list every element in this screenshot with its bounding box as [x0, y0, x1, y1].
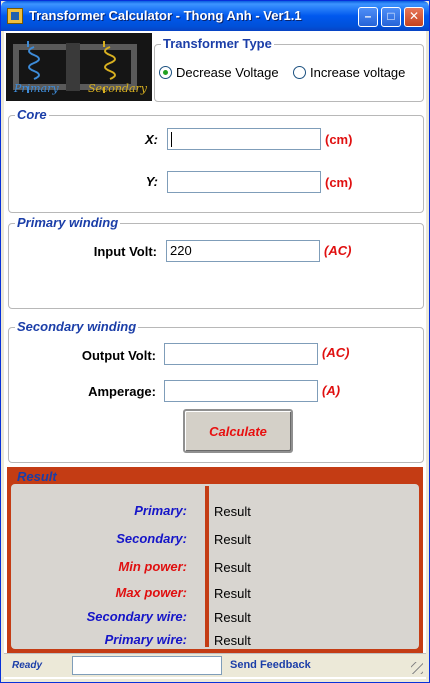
- core-legend: Core: [15, 107, 49, 122]
- banner-primary-label: Primary: [14, 82, 59, 95]
- amperage-unit: (A): [322, 383, 341, 398]
- status-ready-text: Ready: [12, 660, 43, 671]
- client-area: Primary Secondary Transformer Type Decre…: [4, 31, 426, 679]
- transformer-banner-image: Primary Secondary: [6, 33, 152, 101]
- radio-checked-icon[interactable]: [159, 66, 172, 79]
- result-table: Primary: Result Secondary: Result Min po…: [11, 484, 419, 649]
- result-label-primary: Primary:: [134, 503, 187, 518]
- output-volt-unit: (AC): [322, 345, 350, 360]
- window-title: Transformer Calculator - Thong Anh - Ver…: [29, 8, 302, 23]
- status-bar: Ready Send Feedback: [4, 653, 426, 677]
- input-volt-label: Input Volt:: [93, 244, 157, 259]
- output-volt-label: Output Volt:: [81, 348, 156, 363]
- output-volt-input[interactable]: [164, 343, 318, 365]
- banner-secondary-label: Secondary: [88, 82, 147, 95]
- core-x-unit: (cm): [325, 132, 353, 147]
- title-bar[interactable]: Transformer Calculator - Thong Anh - Ver…: [1, 1, 429, 31]
- radio-unchecked-icon[interactable]: [293, 66, 306, 79]
- result-label-min-power: Min power:: [118, 559, 187, 574]
- close-button[interactable]: ✕: [404, 7, 424, 27]
- core-x-label: X:: [145, 132, 158, 147]
- result-divider: [205, 486, 209, 647]
- result-value-primary: Result: [214, 504, 251, 519]
- transformer-type-legend: Transformer Type: [161, 36, 274, 51]
- result-value-secondary: Result: [214, 532, 251, 547]
- result-value-secondary-wire: Result: [214, 610, 251, 625]
- result-group: Result Primary: Result Secondary: Result…: [7, 467, 423, 653]
- primary-winding-group: Primary winding Input Volt: 220 (AC): [8, 215, 424, 309]
- amperage-input[interactable]: [164, 380, 318, 402]
- primary-winding-legend: Primary winding: [15, 215, 121, 230]
- result-value-min-power: Result: [214, 560, 251, 575]
- input-volt-unit: (AC): [324, 243, 352, 258]
- transformer-type-group: Transformer Type Decrease Voltage Increa…: [154, 36, 424, 102]
- result-value-primary-wire: Result: [214, 633, 251, 648]
- result-value-max-power: Result: [214, 586, 251, 601]
- radio-decrease-voltage[interactable]: Decrease Voltage: [159, 65, 279, 80]
- radio-increase-voltage-label[interactable]: Increase voltage: [310, 65, 405, 80]
- amperage-label: Amperage:: [88, 384, 156, 399]
- calculate-button[interactable]: Calculate: [183, 409, 293, 453]
- core-group: Core X: (cm) Y: (cm): [8, 107, 424, 213]
- result-legend: Result: [17, 469, 57, 484]
- result-label-secondary: Secondary:: [116, 531, 187, 546]
- input-volt-input[interactable]: 220: [166, 240, 320, 262]
- app-window: Transformer Calculator - Thong Anh - Ver…: [0, 0, 430, 683]
- send-feedback-link[interactable]: Send Feedback: [230, 659, 311, 671]
- status-progress-box: [72, 656, 222, 675]
- text-caret: [171, 132, 172, 148]
- result-label-secondary-wire: Secondary wire:: [86, 609, 187, 624]
- core-y-label: Y:: [145, 174, 158, 189]
- result-label-primary-wire: Primary wire:: [104, 632, 187, 647]
- core-y-input[interactable]: [167, 171, 321, 193]
- secondary-winding-legend: Secondary winding: [15, 319, 139, 334]
- result-label-max-power: Max power:: [115, 585, 187, 600]
- radio-decrease-voltage-label[interactable]: Decrease Voltage: [176, 65, 279, 80]
- resize-grip-icon[interactable]: [411, 662, 423, 674]
- minimize-button[interactable]: –: [358, 7, 378, 27]
- radio-increase-voltage[interactable]: Increase voltage: [293, 65, 405, 80]
- core-x-input[interactable]: [167, 128, 321, 150]
- maximize-button[interactable]: □: [381, 7, 401, 27]
- core-y-unit: (cm): [325, 175, 353, 190]
- app-icon[interactable]: [7, 8, 23, 24]
